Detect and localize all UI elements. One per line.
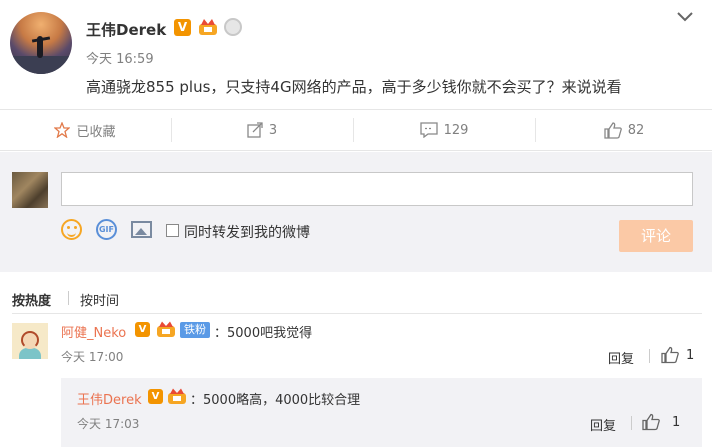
- current-user-avatar[interactable]: [12, 172, 48, 208]
- fan-badge[interactable]: 铁粉: [180, 322, 210, 338]
- reply-author-name[interactable]: 王伟Derek: [77, 389, 142, 408]
- thumbs-up-icon: [604, 121, 622, 139]
- favorite-label: 已收藏: [76, 124, 116, 140]
- submit-comment-button[interactable]: 评论: [619, 220, 693, 252]
- comment-count: 129: [443, 122, 469, 138]
- favorite-button[interactable]: 已收藏: [0, 110, 170, 150]
- comment-button[interactable]: 129: [354, 110, 534, 150]
- reply-text: ：5000略高，4000比较合理: [190, 393, 361, 408]
- thumbs-up-icon[interactable]: [661, 346, 679, 364]
- gif-icon[interactable]: GIF: [96, 219, 117, 240]
- comment-composer: [0, 152, 712, 272]
- vip-crown-icon[interactable]: [167, 388, 187, 405]
- commenter-avatar[interactable]: [12, 323, 48, 359]
- verified-badge[interactable]: V: [135, 322, 150, 337]
- image-icon[interactable]: [131, 221, 152, 238]
- comment-input[interactable]: [61, 172, 693, 206]
- reply-like-count: 1: [672, 415, 681, 430]
- weibo-post-page: 王伟Derek V 今天 16:59 高通骁龙855 plus，只支持4G网络的…: [0, 0, 712, 447]
- comment-icon: [419, 122, 438, 138]
- thumbs-up-icon[interactable]: [642, 413, 660, 431]
- repost-checkbox[interactable]: [166, 224, 179, 237]
- star-icon: [54, 122, 71, 138]
- vip-crown-icon[interactable]: [156, 321, 176, 338]
- vip-crown-icon[interactable]: [198, 18, 218, 36]
- comment-text: ：5000吧我觉得: [214, 326, 313, 341]
- author-avatar[interactable]: [10, 12, 72, 74]
- verified-badge[interactable]: V: [174, 19, 191, 36]
- reply-timestamp: 今天 17:03: [77, 417, 140, 431]
- chevron-down-icon[interactable]: [677, 12, 693, 22]
- like-button[interactable]: 82: [536, 110, 712, 150]
- emoji-icon[interactable]: [61, 219, 82, 240]
- repost-checkbox-label[interactable]: 同时转发到我的微博: [184, 222, 310, 242]
- sort-by-hot-tab[interactable]: 按热度: [12, 290, 51, 309]
- sort-by-time-tab[interactable]: 按时间: [80, 290, 119, 309]
- comment-timestamp: 今天 17:00: [61, 350, 124, 364]
- sort-divider: [68, 291, 69, 305]
- commenter-name[interactable]: 阿健_Neko: [61, 322, 126, 341]
- medal-icon[interactable]: [224, 18, 242, 36]
- author-name[interactable]: 王伟Derek: [86, 19, 166, 40]
- like-count: 82: [627, 122, 645, 138]
- repost-icon: [247, 122, 263, 138]
- post-timestamp[interactable]: 今天 16:59: [86, 48, 154, 67]
- repost-button[interactable]: 3: [172, 110, 352, 150]
- post-body: 高通骁龙855 plus，只支持4G网络的产品，高于多少钱你就不会买了？来说说看: [86, 78, 622, 96]
- action-bar: 已收藏 3 129 82: [0, 109, 712, 151]
- verified-badge[interactable]: V: [148, 389, 163, 404]
- comment-like-count: 1: [686, 348, 695, 363]
- section-divider: [12, 313, 702, 314]
- reply-button[interactable]: 回复: [608, 348, 634, 367]
- reply-action-divider: [631, 416, 632, 430]
- reply-button[interactable]: 回复: [590, 415, 616, 434]
- comment-action-divider: [649, 349, 650, 363]
- repost-count: 3: [268, 122, 278, 138]
